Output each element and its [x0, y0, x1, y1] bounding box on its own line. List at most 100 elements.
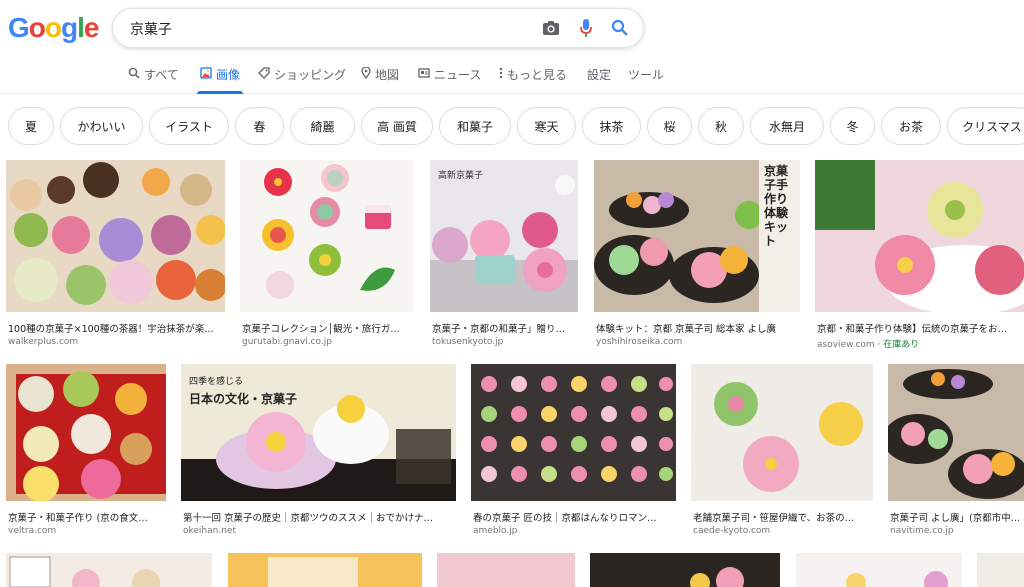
chip[interactable]: お茶	[881, 107, 941, 145]
tab-label: 地図	[375, 68, 400, 82]
image-overlay-text: 日本の文化・京菓子	[189, 392, 298, 406]
chip[interactable]: クリスマス	[947, 107, 1024, 145]
tab-label: 画像	[216, 68, 241, 82]
result-source[interactable]: tokusenkyoto.jp	[432, 337, 503, 347]
tab-images[interactable]: 画像	[197, 56, 244, 94]
chip[interactable]: 桜	[647, 107, 692, 145]
image-result[interactable]	[6, 553, 212, 587]
result-thumbnail[interactable]	[691, 364, 873, 501]
chip[interactable]: かわいい	[60, 107, 143, 145]
result-thumbnail[interactable]	[240, 160, 413, 312]
result-source[interactable]: yoshihiroseika.com	[596, 337, 682, 347]
result-caption[interactable]: 京菓子・和菓子作り (京の食文…	[8, 510, 164, 524]
image-result[interactable]: 春の京菓子 匠の技｜京都はんなりロマン… ameblo.jp	[471, 364, 676, 544]
result-thumbnail[interactable]	[6, 364, 166, 501]
image-overlay-text: 四季を感じる	[189, 377, 244, 387]
tab-label: ニュース	[434, 68, 482, 82]
image-result[interactable]	[437, 553, 575, 587]
search-input[interactable]: 京菓子	[130, 19, 172, 39]
result-source[interactable]: gurutabi.gnavi.co.jp	[242, 337, 332, 347]
image-result[interactable]	[228, 553, 422, 587]
result-source[interactable]: okeihan.net	[183, 526, 236, 536]
result-caption[interactable]: 第十一回 京菓子の歴史｜京都ツウのススメ｜おでかけナ…	[183, 510, 454, 524]
top-bar: Google 京菓子	[0, 0, 1024, 56]
chip[interactable]: 抹茶	[582, 107, 641, 145]
result-source[interactable]: caede-kyoto.com	[693, 526, 770, 536]
image-result[interactable]	[977, 553, 1024, 587]
result-source[interactable]: veltra.com	[8, 526, 56, 536]
chip[interactable]: 高 画質	[361, 107, 433, 145]
tab-maps[interactable]: 地図	[361, 56, 399, 93]
image-result[interactable]: 京菓子手作り体験キット 体験キット：京都 京菓子司 総本家 よし廣 yoshih…	[594, 160, 800, 350]
tag-icon	[258, 67, 270, 82]
result-source[interactable]: ameblo.jp	[473, 526, 517, 536]
image-result[interactable]: 京菓子司 よし廣」(京都市中京… navitime.co.jp	[888, 364, 1024, 544]
tab-shopping[interactable]: ショッピング	[258, 56, 346, 93]
search-box[interactable]: 京菓子	[112, 8, 644, 48]
result-thumbnail[interactable]	[590, 553, 780, 587]
chip[interactable]: 水無月	[750, 107, 824, 145]
result-caption[interactable]: 老舗京菓子司・笹屋伊織で、お茶の…	[693, 510, 871, 524]
image-result[interactable]	[590, 553, 780, 587]
result-thumbnail[interactable]	[796, 553, 962, 587]
result-source[interactable]: asoview.com · 在庫あり	[817, 337, 919, 350]
tab-settings[interactable]: 設定	[587, 56, 611, 93]
tab-more[interactable]: もっと見る	[499, 56, 567, 93]
result-caption[interactable]: 体験キット：京都 京菓子司 総本家 よし廣	[596, 321, 798, 335]
chip[interactable]: 和菓子	[439, 107, 511, 145]
related-search-chips: 夏 かわいい イラスト 春 綺麗 高 画質 和菓子 寒天 抹茶 桜 秋 水無月 …	[8, 107, 1024, 147]
tab-tools[interactable]: ツール	[628, 56, 664, 93]
map-pin-icon	[361, 66, 371, 82]
result-thumbnail[interactable]	[437, 553, 575, 587]
chip[interactable]: 寒天	[517, 107, 576, 145]
result-thumbnail[interactable]	[815, 160, 1024, 312]
result-caption[interactable]: 京菓子コレクション│観光・旅行ガ…	[242, 321, 411, 335]
image-result[interactable]: 四季を感じる 日本の文化・京菓子 第十一回 京菓子の歴史｜京都ツウのススメ｜おで…	[181, 364, 456, 544]
chip[interactable]: 春	[235, 107, 284, 145]
image-result[interactable]: 高新京菓子 京菓子・京都の和菓子」贈り… tokusenkyoto.jp	[430, 160, 578, 350]
image-overlay-text: 京菓子手作り体験キット	[764, 164, 789, 248]
tab-label: 設定	[587, 68, 612, 82]
image-icon	[200, 67, 212, 82]
result-thumbnail[interactable]: 高新京菓子	[430, 160, 578, 312]
chip[interactable]: 綺麗	[290, 107, 355, 145]
image-result[interactable]: 京都・和菓子作り体験】伝統の京菓子をお… asoview.com · 在庫あり	[815, 160, 1024, 350]
microphone-icon[interactable]	[575, 17, 597, 39]
chip[interactable]: 夏	[8, 107, 54, 145]
tab-news[interactable]: ニュース	[418, 56, 481, 93]
result-caption[interactable]: 京菓子司 よし廣」(京都市中京…	[890, 510, 1024, 524]
result-thumbnail[interactable]	[977, 553, 1024, 587]
image-result[interactable]: 京菓子・和菓子作り (京の食文… veltra.com	[6, 364, 166, 544]
image-result[interactable]	[796, 553, 962, 587]
result-caption[interactable]: 100種の京菓子×100種の茶器！宇治抹茶が楽…	[8, 321, 223, 335]
chip[interactable]: 秋	[698, 107, 744, 145]
search-tabs: すべて 画像 ショッピング 地図 ニュース もっと見る 設定 ツール	[0, 56, 1024, 94]
result-source[interactable]: navitime.co.jp	[890, 526, 954, 536]
image-overlay-text: 高新京菓子	[438, 171, 484, 181]
chip[interactable]: 冬	[830, 107, 875, 145]
result-caption[interactable]: 京都・和菓子作り体験】伝統の京菓子をお…	[817, 321, 1022, 335]
image-result[interactable]: 老舗京菓子司・笹屋伊織で、お茶の… caede-kyoto.com	[691, 364, 873, 544]
result-thumbnail[interactable]	[6, 553, 212, 587]
image-result[interactable]: 100種の京菓子×100種の茶器！宇治抹茶が楽… walkerplus.com	[6, 160, 225, 350]
result-source[interactable]: walkerplus.com	[8, 337, 78, 347]
result-thumbnail[interactable]	[471, 364, 676, 501]
chip[interactable]: イラスト	[149, 107, 229, 145]
tab-label: ツール	[628, 68, 665, 82]
image-result[interactable]: 京菓子コレクション│観光・旅行ガ… gurutabi.gnavi.co.jp	[240, 160, 413, 350]
tab-label: もっと見る	[507, 68, 568, 82]
google-logo[interactable]: Google	[8, 12, 99, 44]
more-vert-icon	[499, 67, 503, 82]
result-thumbnail[interactable]	[888, 364, 1024, 501]
camera-icon[interactable]	[540, 17, 562, 39]
result-thumbnail[interactable]: 京菓子手作り体験キット	[594, 160, 800, 312]
search-icon[interactable]	[609, 17, 631, 39]
tab-all[interactable]: すべて	[128, 56, 179, 93]
result-caption[interactable]: 春の京菓子 匠の技｜京都はんなりロマン…	[473, 510, 674, 524]
result-thumbnail[interactable]: 四季を感じる 日本の文化・京菓子	[181, 364, 456, 501]
result-thumbnail[interactable]	[6, 160, 225, 312]
result-thumbnail[interactable]	[228, 553, 422, 587]
search-icon	[128, 67, 140, 82]
result-caption[interactable]: 京菓子・京都の和菓子」贈り…	[432, 321, 576, 335]
news-icon	[418, 67, 430, 82]
